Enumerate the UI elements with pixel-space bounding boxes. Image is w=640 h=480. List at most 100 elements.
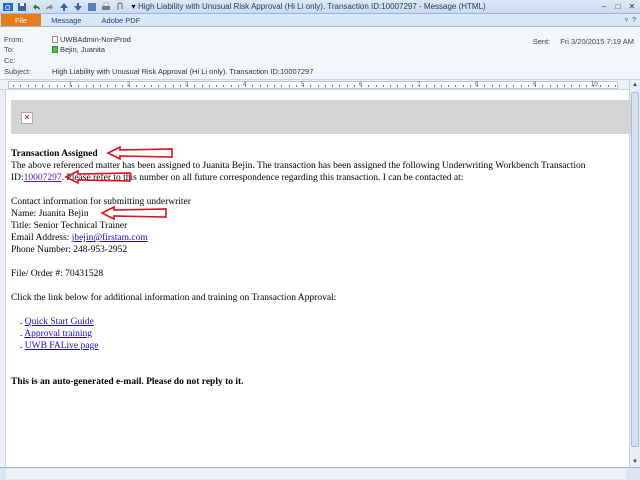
ruler-number: 6: [359, 82, 363, 88]
from-label: From:: [4, 34, 24, 44]
expand-ribbon-icon[interactable]: ▿: [625, 16, 629, 24]
undo-icon[interactable]: [30, 1, 41, 12]
sent-info: Sent: Fri 3/20/2015 7:19 AM: [533, 37, 634, 46]
to-name: Bejin, Juanita: [60, 44, 106, 54]
uwb-falive-page-link[interactable]: UWB FALive page: [25, 341, 99, 351]
ruler-tick: [600, 85, 602, 87]
list-item: . UWB FALive page: [20, 341, 99, 351]
tab-file[interactable]: File: [1, 14, 42, 26]
ruler-number: 2: [127, 82, 131, 88]
ruler-tick: [150, 85, 152, 87]
minimize-icon[interactable]: –: [598, 1, 610, 12]
ruler-tick: [27, 85, 29, 87]
ribbon-right-controls: ▿ ?: [625, 14, 640, 26]
ruler-tick: [92, 85, 94, 87]
broken-image-icon: ✕: [21, 112, 33, 124]
up-arrow-icon[interactable]: [58, 1, 69, 12]
ruler-tick: [520, 85, 522, 87]
ruler-number: 4: [243, 82, 247, 88]
ruler-scale: 1 2 3 4 5 6 7 8 9 10: [8, 81, 618, 89]
ruler-tick: [382, 85, 384, 87]
ruler-tick: [114, 85, 116, 87]
subject-row: Subject: High Liability with Unusual Ris…: [4, 66, 313, 76]
ruler-number: 8: [475, 82, 479, 88]
cc-label: Cc:: [4, 55, 16, 65]
from-name: UWBAdmin-NonProd: [60, 34, 131, 44]
ruler-tick: [172, 85, 174, 87]
tab-message[interactable]: Message: [41, 14, 91, 26]
floppy-icon[interactable]: [86, 1, 97, 12]
ruler-tick: [585, 85, 587, 87]
sent-label: Sent:: [532, 37, 551, 46]
outlook-icon[interactable]: O: [2, 1, 13, 12]
quick-start-guide-link[interactable]: Quick Start Guide: [25, 317, 94, 327]
redo-icon[interactable]: [44, 1, 55, 12]
horizontal-scrollbar[interactable]: [6, 469, 626, 479]
ruler-tick: [281, 85, 283, 87]
attach-icon[interactable]: [114, 1, 125, 12]
annotation-arrow-heading: [106, 146, 173, 160]
ruler-tick: [564, 85, 565, 87]
ruler-tick: [237, 85, 239, 87]
subject-label: Subject:: [4, 66, 32, 76]
from-value[interactable]: UWBAdmin-NonProd: [52, 35, 131, 44]
message-body: ✕ Transaction Assigned The above referen…: [8, 92, 631, 466]
ruler-tick: [346, 85, 348, 87]
ruler-tick: [448, 85, 449, 87]
ruler-tick: [78, 85, 80, 87]
sent-value: Fri 3/20/2015 7:19 AM: [560, 37, 634, 46]
help-icon[interactable]: ?: [632, 17, 636, 24]
scroll-down-icon[interactable]: ▼: [630, 457, 640, 467]
ribbon-tabs: File Message Adobe PDF ▿ ?: [0, 14, 640, 27]
title-bar: O ▾ High Liability with Unusual Risk App…: [0, 0, 640, 14]
to-value[interactable]: Bejin, Juanita: [52, 45, 105, 54]
email-link[interactable]: jbejin@firstam.com: [72, 233, 148, 243]
ruler-tick: [324, 85, 326, 87]
ruler-tick: [85, 85, 87, 87]
ruler-tick: [390, 85, 391, 87]
print-icon[interactable]: [100, 1, 111, 12]
ruler-tick: [107, 85, 109, 87]
ruler-tick: [498, 85, 500, 87]
save-icon[interactable]: [16, 1, 27, 12]
ruler-tick: [143, 85, 145, 87]
ruler-tick: [63, 85, 65, 87]
maximize-icon[interactable]: □: [612, 1, 624, 12]
transaction-id-link[interactable]: 10007297: [24, 173, 62, 183]
ruler-tick: [288, 85, 290, 87]
ruler-tick: [506, 85, 507, 87]
horizontal-ruler[interactable]: 1 2 3 4 5 6 7 8 9 10: [0, 80, 640, 90]
quick-access-toolbar: O ▾: [2, 1, 139, 12]
close-icon[interactable]: ✕: [626, 1, 638, 12]
ruler-tick: [411, 85, 413, 87]
cc-row: Cc:: [4, 55, 52, 65]
ruler-tick: [549, 85, 551, 87]
file-order-number: File/ Order #: 70431528: [11, 269, 104, 279]
ruler-number: 9: [533, 82, 537, 88]
svg-text:O: O: [5, 5, 11, 12]
ruler-tick: [455, 85, 457, 87]
ruler-tick: [556, 85, 558, 87]
ruler-tick: [230, 85, 232, 87]
ruler-tick: [368, 85, 370, 87]
scroll-up-icon[interactable]: ▲: [630, 80, 640, 90]
ruler-tick: [462, 85, 464, 87]
heading-transaction-assigned: Transaction Assigned: [11, 149, 98, 159]
scroll-thumb[interactable]: [631, 92, 639, 447]
ruler-tick: [121, 85, 123, 87]
ruler-number: 1: [69, 82, 73, 88]
ruler-tick: [513, 85, 515, 87]
from-row: From: UWBAdmin-NonProd: [4, 34, 131, 44]
vertical-scrollbar[interactable]: ▲ ▼: [629, 80, 640, 467]
annotation-arrow-name: [100, 206, 167, 220]
id-prefix: ID:: [11, 173, 24, 183]
ruler-tick: [266, 85, 268, 87]
ruler-tick: [201, 85, 203, 87]
ruler-tick: [179, 85, 181, 87]
subject-value: High Liability with Unusual Risk Approva…: [52, 66, 314, 76]
ruler-tick: [339, 85, 341, 87]
ruler-tick: [614, 85, 616, 87]
tab-adobe-pdf[interactable]: Adobe PDF: [92, 14, 151, 26]
approval-training-link[interactable]: Approval training: [24, 329, 92, 339]
down-arrow-icon[interactable]: [72, 1, 83, 12]
